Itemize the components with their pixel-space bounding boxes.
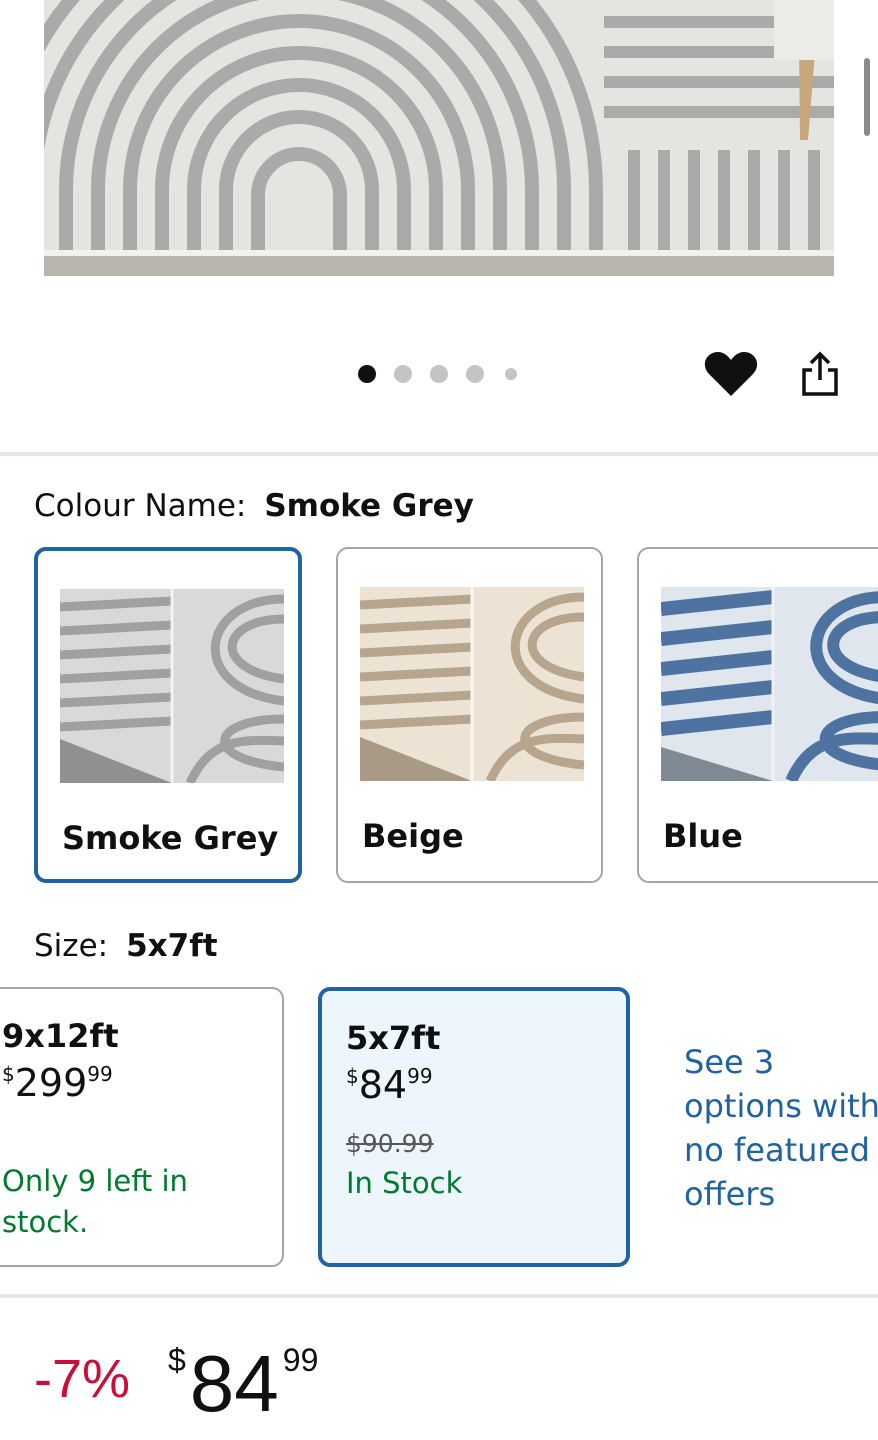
colour-label: Colour Name: <box>34 488 247 524</box>
carousel-dot[interactable] <box>430 365 448 383</box>
colour-swatch-blue[interactable]: Blue <box>637 547 878 883</box>
size-selected-value: 5x7ft <box>126 928 218 964</box>
size-option-name: 9x12ft <box>2 1017 119 1055</box>
size-option-price: $29999 <box>2 1061 113 1105</box>
heart-icon[interactable] <box>704 350 758 398</box>
discount-percent: -7% <box>34 1349 131 1409</box>
scrollbar-thumb[interactable] <box>864 58 870 136</box>
carousel-dot[interactable] <box>466 365 484 383</box>
carousel-dot[interactable] <box>505 368 517 380</box>
size-option-name: 5x7ft <box>346 1019 441 1057</box>
swatch-image <box>60 589 284 783</box>
size-option-price: $8499 <box>346 1063 433 1107</box>
was-price: $90.99 <box>346 1129 434 1158</box>
colour-name-row: Colour Name: Smoke Grey <box>34 488 474 524</box>
swatch-image <box>661 587 878 781</box>
product-page: Colour Name: Smoke Grey Smoke Grey Beige… <box>0 0 878 1440</box>
section-divider <box>0 452 878 456</box>
carousel-dot[interactable] <box>358 365 376 383</box>
size-row: Size: 5x7ft <box>34 928 218 964</box>
colour-swatch-beige[interactable]: Beige <box>336 547 603 883</box>
product-image[interactable] <box>44 0 834 276</box>
section-divider <box>0 1294 878 1298</box>
size-option-9x12ft[interactable]: 9x12ft $29999 Only 9 left in stock. <box>0 987 284 1267</box>
carousel-dot[interactable] <box>394 365 412 383</box>
swatch-label: Beige <box>362 817 464 855</box>
stock-status: In Stock <box>346 1166 463 1200</box>
swatch-label: Smoke Grey <box>62 819 279 857</box>
swatch-label: Blue <box>663 817 743 855</box>
image-carousel-dots[interactable] <box>358 364 535 384</box>
current-price: $84 99 <box>168 1339 319 1428</box>
see-more-options-link[interactable]: See 3 options with no featured offers <box>684 1040 878 1216</box>
swatch-image <box>360 587 584 781</box>
stock-status: Only 9 left in stock. <box>2 1164 188 1239</box>
size-option-5x7ft[interactable]: 5x7ft $8499 $90.99 In Stock <box>318 987 630 1267</box>
colour-swatch-smoke-grey[interactable]: Smoke Grey <box>34 547 302 883</box>
share-icon[interactable] <box>800 350 840 398</box>
colour-selected-value: Smoke Grey <box>264 488 474 524</box>
size-label: Size: <box>34 928 109 964</box>
